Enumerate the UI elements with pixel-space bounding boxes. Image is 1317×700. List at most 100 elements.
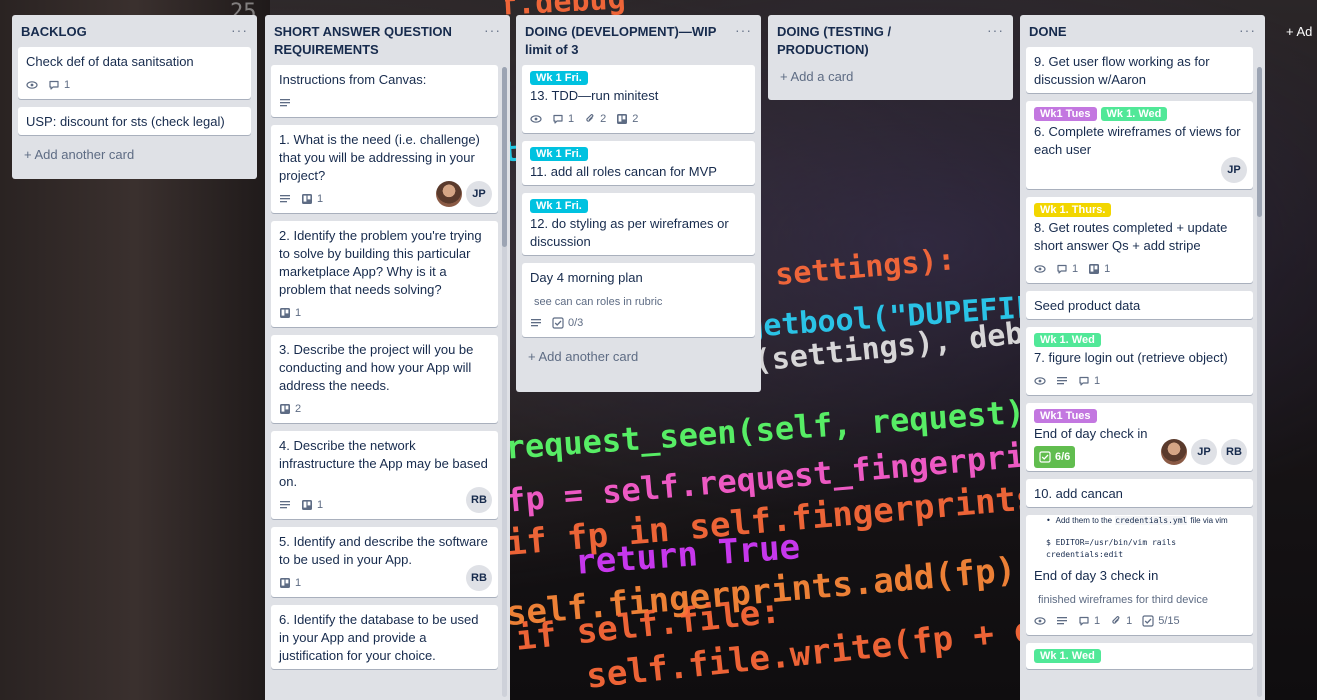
card-label: Wk 1 Fri. xyxy=(530,147,588,161)
description-badge xyxy=(1056,615,1068,627)
avatar[interactable] xyxy=(1161,439,1187,465)
trello-count: 2 xyxy=(632,113,639,125)
card-badges: 1 xyxy=(26,75,243,95)
comment-count: 1 xyxy=(1094,615,1101,627)
eye-icon xyxy=(1034,375,1046,387)
avatar[interactable]: JP xyxy=(1191,439,1217,465)
eye-badge xyxy=(1034,263,1046,275)
list-menu-icon[interactable]: ··· xyxy=(987,23,1004,37)
avatar[interactable] xyxy=(436,181,462,207)
comment-count: 1 xyxy=(64,79,71,91)
card[interactable]: Wk 1 Fri. 11. add all roles cancan for MV… xyxy=(522,141,755,185)
trello-count: 1 xyxy=(1104,263,1111,275)
card[interactable]: • Add them to the credentials.yml file via… xyxy=(1026,515,1253,635)
card[interactable]: Day 4 morning plan see can can roles in r… xyxy=(522,263,755,337)
card[interactable]: 1. What is the need (i.e. challenge) tha… xyxy=(271,125,498,213)
list-menu-icon[interactable]: ··· xyxy=(231,23,248,37)
card-badges xyxy=(279,93,490,113)
list-menu-icon[interactable]: ··· xyxy=(484,23,501,37)
list-menu-icon[interactable]: ··· xyxy=(735,23,752,37)
card[interactable]: Wk 1. Thurs. 8. Get routes completed + up… xyxy=(1026,197,1253,283)
card-title: End of day 3 check in xyxy=(1034,568,1159,583)
trello-badge: 2 xyxy=(616,110,638,128)
card-badges: 2 xyxy=(279,399,490,419)
card-labels: Wk 1 Fri. xyxy=(530,199,747,213)
add-card-button[interactable]: + Add a card xyxy=(774,65,1007,92)
card-members: JP RB xyxy=(1161,439,1247,465)
trello-icon xyxy=(279,403,291,415)
avatar[interactable]: RB xyxy=(466,487,492,513)
avatar[interactable]: RB xyxy=(1221,439,1247,465)
card[interactable]: 9. Get user flow working as for discussi… xyxy=(1026,47,1253,93)
list-scrollbar[interactable] xyxy=(1257,67,1262,697)
description-icon xyxy=(1056,615,1068,627)
eye-icon xyxy=(26,79,38,91)
card[interactable]: Wk 1 Fri. 13. TDD—run minitest 1 2 2 xyxy=(522,65,755,133)
list-title[interactable]: DOING (DEVELOPMENT)—WIP limit of 3 xyxy=(525,23,725,59)
list-scrollbar-thumb[interactable] xyxy=(1257,67,1262,217)
checklist-badge: 0/3 xyxy=(552,314,583,332)
add-card-button[interactable]: + Add another card xyxy=(18,143,251,170)
list-scrollbar-thumb[interactable] xyxy=(502,67,507,247)
list-header: DOING (TESTING / PRODUCTION) ··· xyxy=(774,15,1007,65)
card[interactable]: Wk1 Tues End of day check in 6/6 JP RB xyxy=(1026,403,1253,471)
list-title[interactable]: DOING (TESTING / PRODUCTION) xyxy=(777,23,977,59)
avatar[interactable]: JP xyxy=(1221,157,1247,183)
card[interactable]: 4. Describe the network infrastructure t… xyxy=(271,431,498,519)
trello-icon xyxy=(279,307,291,319)
avatar[interactable]: RB xyxy=(466,565,492,591)
list-header: DOING (DEVELOPMENT)—WIP limit of 3 ··· xyxy=(522,15,755,65)
avatar[interactable]: JP xyxy=(466,181,492,207)
trello-badge: 2 xyxy=(279,400,301,418)
trello-badge: 1 xyxy=(301,496,323,514)
card[interactable]: Wk 1 Fri. 12. do styling as per wireframe… xyxy=(522,193,755,255)
trello-count: 1 xyxy=(317,499,324,511)
card[interactable]: Seed product data xyxy=(1026,291,1253,319)
board: BACKLOG ··· Check def of data sanitsation 1… xyxy=(0,0,1317,700)
card[interactable]: Check def of data sanitsation 1 xyxy=(18,47,251,99)
card-list: 9. Get user flow working as for discussi… xyxy=(1026,47,1259,669)
card[interactable]: 5. Identify and describe the software to… xyxy=(271,527,498,597)
list-header: BACKLOG ··· xyxy=(18,15,251,47)
card[interactable]: USP: discount for sts (check legal) xyxy=(18,107,251,135)
add-card-button[interactable]: + Add another card xyxy=(522,345,755,372)
card-label: Wk 1 Fri. xyxy=(530,71,588,85)
trello-icon xyxy=(279,577,291,589)
attach-icon xyxy=(1110,615,1122,627)
card-title: Instructions from Canvas: xyxy=(279,72,427,87)
eye-icon xyxy=(1034,263,1046,275)
card-title: 8. Get routes completed + update short a… xyxy=(1034,220,1228,253)
list-scrollbar[interactable] xyxy=(502,67,507,697)
list-title[interactable]: DONE xyxy=(1029,23,1229,41)
snippet-command: $ EDITOR=/usr/bin/vim rails credentials:… xyxy=(1046,538,1177,559)
card[interactable]: 6. Identify the database to be used in y… xyxy=(271,605,498,669)
card[interactable]: Wk 1. Wed xyxy=(1026,643,1253,669)
eye-badge xyxy=(1034,615,1046,627)
card[interactable]: Wk 1. Wed 7. figure login out (retrieve o… xyxy=(1026,327,1253,395)
card-label: Wk 1. Wed xyxy=(1034,333,1101,347)
card[interactable]: Wk1 Tues Wk 1. Wed 6. Complete wireframes … xyxy=(1026,101,1253,189)
card[interactable]: 3. Describe the project will you be cond… xyxy=(271,335,498,423)
card-title: 2. Identify the problem you're trying to… xyxy=(279,228,482,297)
list-title[interactable]: SHORT ANSWER QUESTION REQUIREMENTS xyxy=(274,23,474,59)
list-title[interactable]: BACKLOG xyxy=(21,23,221,41)
list-header: DONE ··· xyxy=(1026,15,1259,47)
card-title: 1. What is the need (i.e. challenge) tha… xyxy=(279,132,480,183)
snippet-code: credentials.yml xyxy=(1115,516,1188,525)
card[interactable]: 2. Identify the problem you're trying to… xyxy=(271,221,498,327)
comment-count: 1 xyxy=(1094,375,1101,387)
checklist-complete-badge: 6/6 xyxy=(1034,446,1076,468)
description-icon xyxy=(279,499,291,511)
description-icon xyxy=(279,97,291,109)
description-badge xyxy=(279,499,291,511)
card-badges: 1 1 5/15 xyxy=(1034,611,1245,631)
card[interactable]: 10. add cancan xyxy=(1026,479,1253,507)
card-title: 6. Identify the database to be used in y… xyxy=(279,612,479,663)
card[interactable]: Instructions from Canvas: xyxy=(271,65,498,117)
card-labels: Wk1 Tues xyxy=(1034,409,1245,423)
list-menu-icon[interactable]: ··· xyxy=(1239,23,1256,37)
add-list-button[interactable]: + Ad xyxy=(1286,24,1312,39)
trello-count: 2 xyxy=(295,403,302,415)
eye-badge xyxy=(26,79,38,91)
trello-count: 1 xyxy=(317,193,324,205)
